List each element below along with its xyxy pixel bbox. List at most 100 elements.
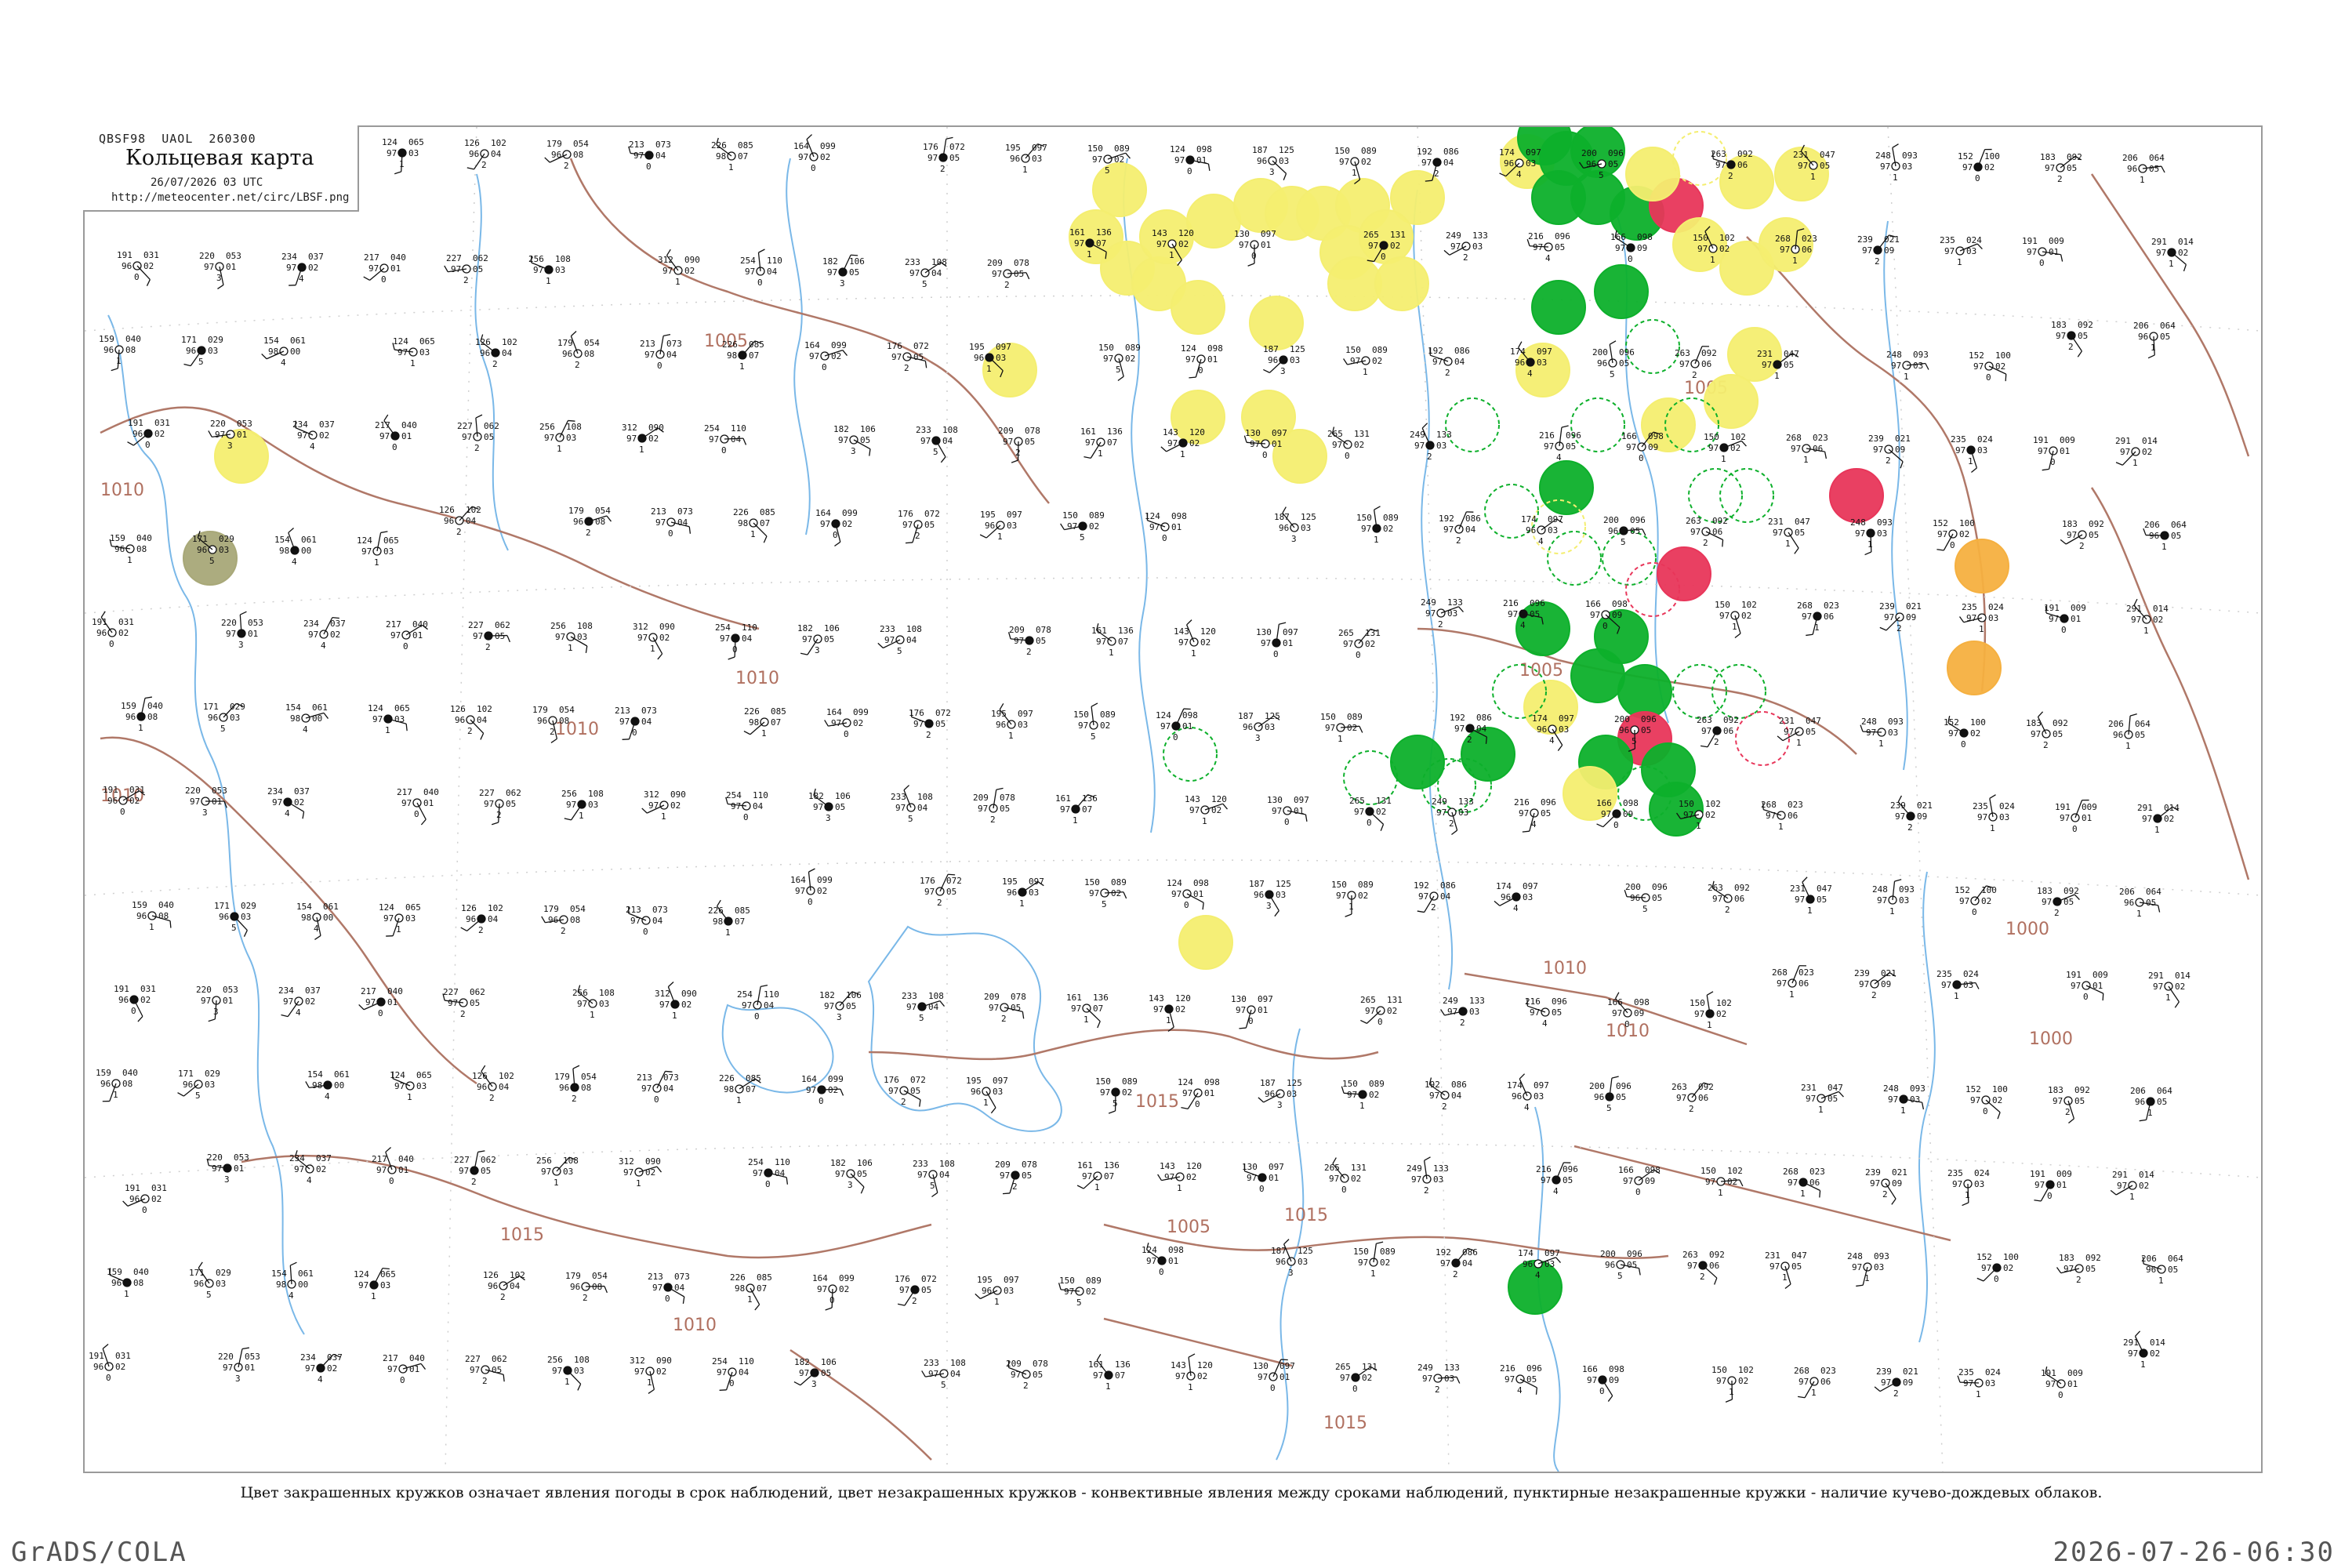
wind-barb-feather <box>243 930 248 937</box>
station-cloud: 1 <box>1087 249 1092 260</box>
station-dewpoint: 96 <box>982 1286 992 1296</box>
station-pressure: 047 <box>1784 349 1799 359</box>
station-plot: 161 13697 071 <box>1088 1354 1131 1392</box>
station-plot: 291 01497 021 <box>2126 598 2169 636</box>
station-temp: 182 <box>808 791 824 801</box>
station-pressure: 110 <box>764 989 779 1000</box>
station-cloud: 5 <box>1610 369 1615 379</box>
station-pressure: 108 <box>574 1355 590 1365</box>
station-pressure: 065 <box>394 703 410 713</box>
wind-barb-feather <box>1722 539 1724 547</box>
station-tendency: 02 <box>118 628 129 638</box>
station-tendency: 02 <box>1100 720 1110 731</box>
station-dewpoint: 96 <box>183 1080 193 1090</box>
station-plot: 124 06597 031 <box>390 1070 432 1102</box>
station-cloud: 1 <box>1957 257 1962 267</box>
map-date: 26/07/2026 03 UTC <box>151 176 263 189</box>
station-tendency: 08 <box>125 345 136 355</box>
station-cloud: 0 <box>1345 451 1350 461</box>
station-tendency: 02 <box>1351 1174 1361 1184</box>
station-dewpoint: 97 <box>2053 1096 2063 1106</box>
station-pressure: 098 <box>1645 1165 1661 1175</box>
station-tendency: 02 <box>1361 157 1371 167</box>
station-plot: 249 13397 032 <box>1443 230 1488 263</box>
station-cloud: 1 <box>116 356 122 366</box>
station-dewpoint: 96 <box>1243 722 1253 732</box>
wind-barb-feather <box>897 1303 906 1306</box>
station-cloud: 4 <box>1556 452 1562 463</box>
station-tendency: 02 <box>1347 723 1357 733</box>
station-pressure: 072 <box>946 876 962 886</box>
station-pressure: 097 <box>1294 795 1309 805</box>
station-pressure: 040 <box>412 619 428 630</box>
station-tendency: 02 <box>1372 356 1382 366</box>
station-temp: 312 <box>630 1356 645 1366</box>
station-cloud: 2 <box>926 730 931 740</box>
station-plot: 239 02197 092 <box>1879 601 1922 633</box>
station-dewpoint: 97 <box>1881 1377 1891 1388</box>
station-plot: 209 07897 052 <box>973 787 1015 825</box>
station-dewpoint: 97 <box>906 1002 916 1012</box>
station-temp: 152 <box>1969 350 1984 361</box>
wind-barb-feather <box>1160 446 1167 452</box>
station-dewpoint: 96 <box>96 628 107 638</box>
station-tendency: 03 <box>216 1279 226 1289</box>
station-cloud: 1 <box>127 555 132 565</box>
station-temp: 179 <box>568 506 584 516</box>
station-dewpoint: 96 <box>1537 724 1547 735</box>
station-dewpoint: 97 <box>2153 982 2163 992</box>
station-temp: 171 <box>192 534 208 544</box>
station-pressure: 110 <box>775 1157 790 1167</box>
wind-barb-feather <box>1189 376 1196 379</box>
station-temp: 124 <box>368 703 383 713</box>
station-dewpoint: 97 <box>989 1003 999 1013</box>
wind-barb-feather <box>420 1363 426 1370</box>
station-plot: 124 09897 010 <box>1167 878 1209 910</box>
station-cloud: 2 <box>496 810 502 820</box>
station-plot: 256 10897 031 <box>547 1355 590 1391</box>
station-cloud: 1 <box>1732 622 1737 632</box>
station-pressure: 086 <box>1451 1080 1467 1090</box>
station-pressure: 125 <box>1287 1078 1302 1088</box>
station-plot: 187 12596 033 <box>1249 879 1291 917</box>
station-plot: 231 04797 051 <box>1777 716 1821 748</box>
station-dewpoint: 97 <box>1146 1256 1156 1266</box>
station-tendency: 05 <box>1566 441 1576 452</box>
station-pressure: 092 <box>1698 1082 1714 1092</box>
wind-barb-feather <box>606 515 612 522</box>
station-dewpoint: 96 <box>122 261 132 271</box>
wind-barb-feather <box>2034 1200 2042 1202</box>
station-cloud: 5 <box>1621 537 1626 547</box>
station-temp: 233 <box>913 1159 928 1169</box>
station-tendency: 04 <box>666 350 677 360</box>
station-pressure: 029 <box>216 1268 231 1278</box>
station-pressure: 102 <box>1716 998 1732 1008</box>
station-dewpoint: 97 <box>1712 894 1722 904</box>
station-temp: 166 <box>1607 997 1623 1007</box>
station-plot: 124 09897 010 <box>1181 343 1223 379</box>
wind-barb-feather <box>1519 1073 1526 1080</box>
station-cloud: 1 <box>113 1090 118 1100</box>
wind-barb-feather <box>122 1200 129 1207</box>
station-dewpoint: 97 <box>1970 1095 1980 1105</box>
station-tendency: 05 <box>1036 636 1046 646</box>
station-tendency: 07 <box>1104 1171 1114 1181</box>
station-temp: 191 <box>2041 1368 2056 1378</box>
station-plot: 150 08997 021 <box>1320 712 1363 744</box>
station-pressure: 092 <box>2063 886 2079 896</box>
station-cloud: 5 <box>919 1013 924 1023</box>
station-cloud: 4 <box>1535 1270 1541 1280</box>
station-plot: 195 09796 031 <box>979 510 1022 542</box>
station-temp: 249 <box>1417 1363 1433 1373</box>
station-pressure: 086 <box>1462 1247 1478 1258</box>
station-tendency: 08 <box>136 544 147 554</box>
station-tendency: 03 <box>208 346 218 356</box>
station-cloud: 5 <box>1617 1271 1623 1281</box>
wind-barb-feather <box>939 1000 946 1007</box>
station-cloud: 5 <box>1076 1298 1082 1308</box>
station-temp: 216 <box>1536 1164 1552 1174</box>
station-cloud: 0 <box>1613 820 1619 830</box>
station-pressure: 120 <box>1211 794 1227 804</box>
station-dewpoint: 97 <box>806 1085 816 1095</box>
station-temp: 130 <box>1245 428 1261 438</box>
